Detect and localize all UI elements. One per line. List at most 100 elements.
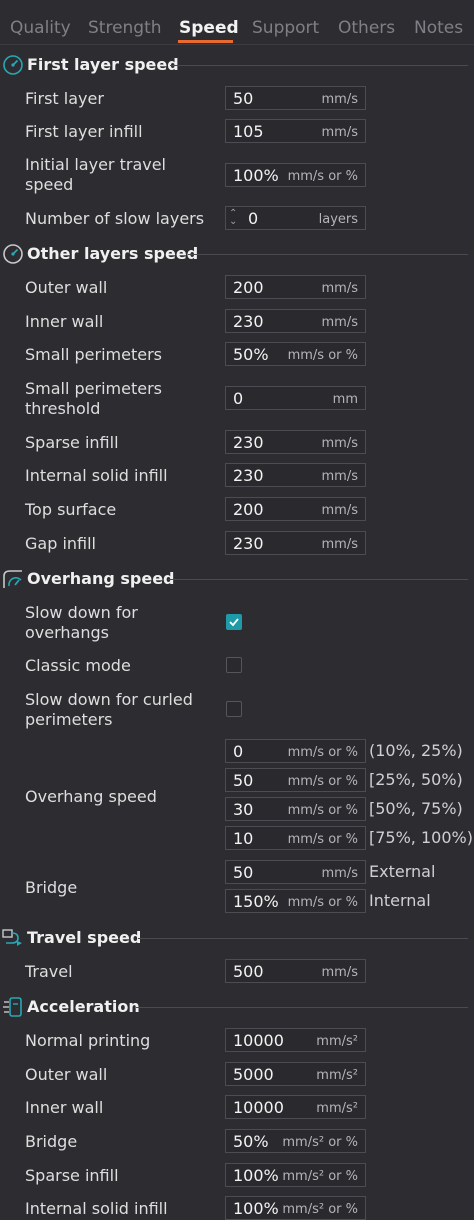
field-value: 50 <box>233 89 254 108</box>
spinner-arrows-icon[interactable]: ⌃ ⌄ <box>229 209 237 227</box>
field-unit: layers <box>318 212 358 227</box>
field-unit: mm/s or % <box>287 169 358 184</box>
section-divider <box>136 1007 468 1008</box>
travel-label: Travel <box>25 962 73 981</box>
sparse-infill-accel-input[interactable]: 100% mm/s² or % <box>225 1163 366 1187</box>
overhang-speed-input-1[interactable]: 0 mm/s or % <box>225 739 366 763</box>
tab-quality[interactable]: Quality <box>10 18 71 38</box>
section-divider <box>168 579 468 580</box>
outer-wall-input[interactable]: 200 mm/s <box>225 275 366 299</box>
overhang-speed-input-2[interactable]: 50 mm/s or % <box>225 768 366 792</box>
field-value: 0 <box>233 742 244 761</box>
overhang-range-label: [25%, 50%) <box>369 770 463 789</box>
field-value: 105 <box>233 122 264 141</box>
section-divider <box>188 254 468 255</box>
section-title: Other layers speed <box>27 244 199 263</box>
field-unit: mm/s or % <box>287 745 358 760</box>
field-unit: mm/s² or % <box>282 1202 358 1217</box>
section-overhang-speed: Overhang speed <box>0 568 474 592</box>
inner-wall-input[interactable]: 230 mm/s <box>225 309 366 333</box>
inner-wall-label: Inner wall <box>25 312 104 331</box>
overhang-range-label: (10%, 25%) <box>369 741 463 760</box>
overhang-speed-input-3[interactable]: 30 mm/s or % <box>225 797 366 821</box>
outer-wall-label: Outer wall <box>25 278 108 297</box>
tab-others[interactable]: Others <box>338 18 395 38</box>
slow-layers-spinbox[interactable]: ⌃ ⌄ 0 layers <box>225 206 366 230</box>
field-value: 10 <box>233 829 254 848</box>
field-unit: mm/s <box>321 125 358 140</box>
tab-speed[interactable]: Speed <box>179 18 239 38</box>
overhang-range-label: [50%, 75%) <box>369 799 463 818</box>
field-value: 30 <box>233 800 254 819</box>
field-unit: mm/s <box>321 281 358 296</box>
tab-bar: Quality Strength Speed Support Others No… <box>0 0 474 45</box>
tab-notes[interactable]: Notes <box>414 18 463 38</box>
first-layer-input[interactable]: 50 mm/s <box>225 86 366 110</box>
checkmark-icon <box>229 618 239 627</box>
top-surface-input[interactable]: 200 mm/s <box>225 497 366 521</box>
field-value: 50 <box>233 771 254 790</box>
section-travel-speed: Travel speed <box>0 927 474 951</box>
classic-mode-checkbox[interactable] <box>226 657 242 673</box>
field-unit: mm/s <box>321 436 358 451</box>
bridge-external-input[interactable]: 50 mm/s <box>225 860 366 884</box>
internal-solid-infill-input[interactable]: 230 mm/s <box>225 463 366 487</box>
section-title: Travel speed <box>27 928 142 947</box>
inner-wall-accel-label: Inner wall <box>25 1098 104 1117</box>
bridge-internal-input[interactable]: 150% mm/s or % <box>225 889 366 913</box>
slow-down-overhangs-checkbox[interactable] <box>226 614 242 630</box>
section-title: Overhang speed <box>27 569 175 588</box>
first-layer-infill-input[interactable]: 105 mm/s <box>225 119 366 143</box>
inner-wall-accel-input[interactable]: 10000 mm/s² <box>225 1095 366 1119</box>
gap-infill-label: Gap infill <box>25 534 96 553</box>
field-unit: mm/s² <box>316 1101 358 1116</box>
section-divider <box>138 938 468 939</box>
gap-infill-input[interactable]: 230 mm/s <box>225 531 366 555</box>
top-surface-label: Top surface <box>25 500 117 519</box>
sparse-infill-accel-label: Sparse infill <box>25 1166 119 1185</box>
initial-layer-travel-input[interactable]: 100% mm/s or % <box>225 163 366 187</box>
field-value: 150% <box>233 892 279 911</box>
field-value: 50 <box>233 863 254 882</box>
section-acceleration: Acceleration <box>0 996 474 1020</box>
field-unit: mm/s <box>321 866 358 881</box>
speedometer-icon <box>3 55 23 75</box>
overhang-icon <box>3 570 22 588</box>
slow-layers-label: Number of slow layers <box>25 209 205 228</box>
travel-input[interactable]: 500 mm/s <box>225 959 366 983</box>
section-other-layers-speed: Other layers speed <box>0 243 474 267</box>
internal-solid-infill-accel-input[interactable]: 100% mm/s² or % <box>225 1196 366 1220</box>
small-perimeters-input[interactable]: 50% mm/s or % <box>225 342 366 366</box>
first-layer-infill-label: First layer infill <box>25 122 143 141</box>
tab-strength[interactable]: Strength <box>88 18 162 38</box>
field-value: 10000 <box>233 1031 284 1050</box>
bridge-internal-label: Internal <box>369 891 431 910</box>
internal-solid-infill-label: Internal solid infill <box>25 466 168 485</box>
field-value: 0 <box>233 389 244 408</box>
bridge-accel-input[interactable]: 50% mm/s² or % <box>225 1129 366 1153</box>
field-value: 200 <box>233 278 264 297</box>
small-perimeters-threshold-input[interactable]: 0 mm <box>225 386 366 410</box>
field-value: 500 <box>233 962 264 981</box>
sparse-infill-label: Sparse infill <box>25 433 119 452</box>
section-title: Acceleration <box>27 997 140 1016</box>
normal-printing-accel-input[interactable]: 10000 mm/s² <box>225 1028 366 1052</box>
field-unit: mm/s <box>321 469 358 484</box>
field-unit: mm/s or % <box>287 348 358 363</box>
field-unit: mm/s² <box>316 1068 358 1083</box>
outer-wall-accel-input[interactable]: 5000 mm/s² <box>225 1062 366 1086</box>
sparse-infill-input[interactable]: 230 mm/s <box>225 430 366 454</box>
field-value: 230 <box>233 312 264 331</box>
field-value: 100% <box>233 1199 279 1218</box>
curled-perimeters-checkbox[interactable] <box>226 701 242 717</box>
bridge-speed-label: Bridge <box>25 878 78 897</box>
classic-mode-label: Classic mode <box>25 656 131 675</box>
section-first-layer-speed: First layer speed <box>0 54 474 78</box>
normal-printing-accel-label: Normal printing <box>25 1031 151 1050</box>
section-divider <box>170 65 468 66</box>
field-unit: mm/s <box>321 503 358 518</box>
overhang-speed-input-4[interactable]: 10 mm/s or % <box>225 826 366 850</box>
tab-support[interactable]: Support <box>252 18 319 38</box>
field-unit: mm/s <box>321 315 358 330</box>
field-value: 5000 <box>233 1065 274 1084</box>
